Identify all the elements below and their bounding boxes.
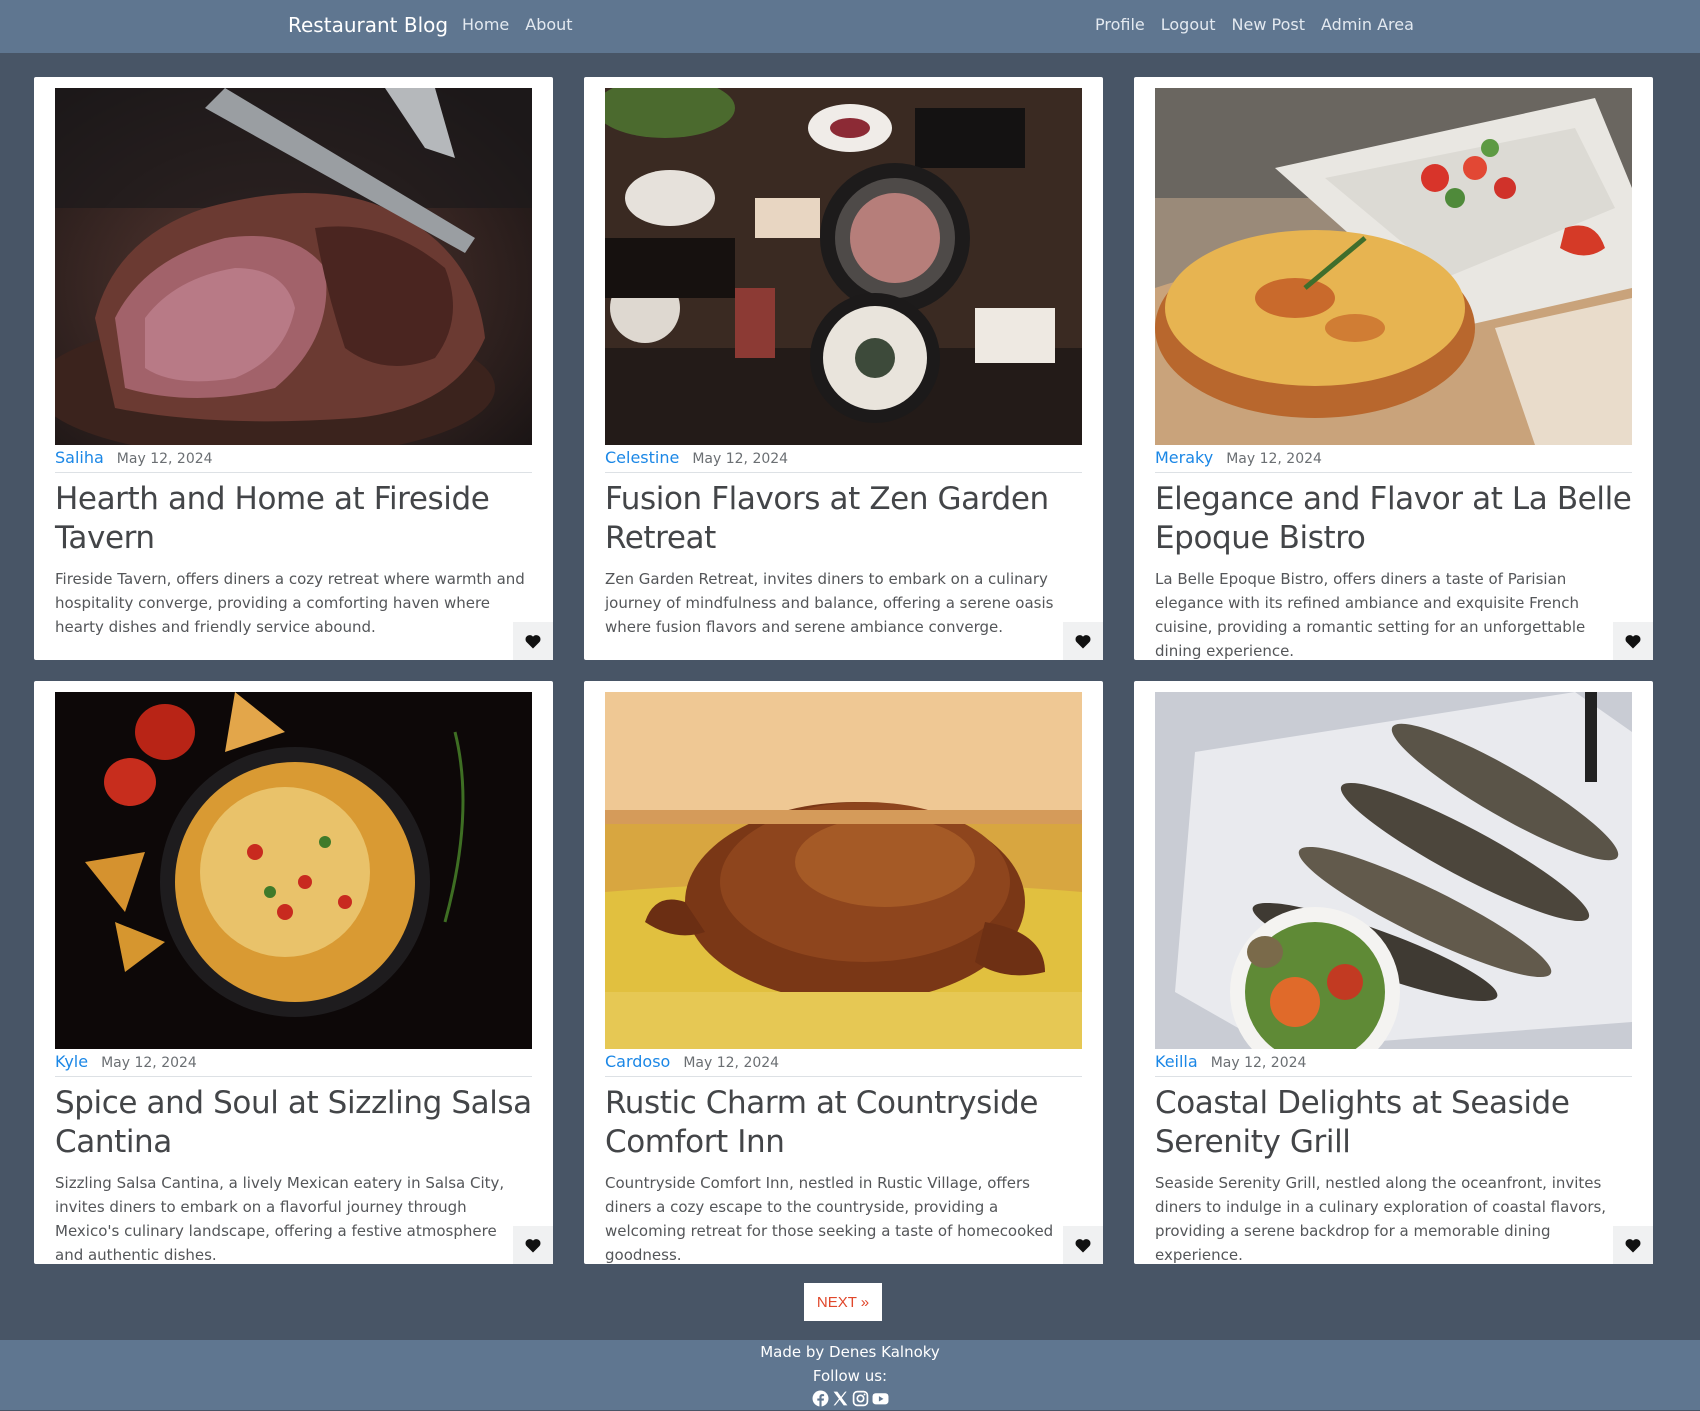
- post-excerpt: Fireside Tavern, offers diners a cozy re…: [55, 570, 525, 636]
- nav-left: Home About: [462, 15, 573, 34]
- heart-icon: [1075, 1238, 1091, 1252]
- heart-icon: [1625, 1238, 1641, 1252]
- post-title[interactable]: Rustic Charm at Countryside Comfort Inn: [605, 1084, 1082, 1162]
- post-title[interactable]: Hearth and Home at Fireside Tavern: [55, 480, 532, 558]
- heart-icon: [525, 1238, 541, 1252]
- footer-credit: Made by Denes Kalnoky: [760, 1343, 940, 1361]
- post-meta: Saliha May 12, 2024: [55, 448, 532, 473]
- post-card: Cardoso May 12, 2024 Rustic Charm at Cou…: [584, 681, 1103, 1264]
- grilled-sardines-photo: [1155, 692, 1632, 1049]
- author-link[interactable]: Celestine: [605, 448, 679, 467]
- post-image-korean-bbq[interactable]: [605, 88, 1082, 445]
- post-image-quiche[interactable]: [1155, 88, 1632, 445]
- heart-icon: [1075, 634, 1091, 648]
- post-title[interactable]: Coastal Delights at Seaside Serenity Gri…: [1155, 1084, 1632, 1162]
- steak-photo: [55, 88, 532, 445]
- post-image-roast-duck[interactable]: [605, 692, 1082, 1049]
- posts-grid: Saliha May 12, 2024 Hearth and Home at F…: [34, 77, 1654, 1264]
- like-button[interactable]: [513, 622, 553, 660]
- post-date: May 12, 2024: [101, 1055, 197, 1071]
- post-meta: Cardoso May 12, 2024: [605, 1052, 1082, 1077]
- heart-icon: [525, 634, 541, 648]
- author-link[interactable]: Keilla: [1155, 1052, 1198, 1071]
- roast-duck-photo: [605, 692, 1082, 1049]
- like-button[interactable]: [513, 1226, 553, 1264]
- instagram-icon[interactable]: [852, 1390, 869, 1407]
- nav-new-post-link[interactable]: New Post: [1232, 15, 1305, 34]
- like-button[interactable]: [1613, 622, 1653, 660]
- nav-profile-link[interactable]: Profile: [1095, 15, 1145, 34]
- post-meta: Celestine May 12, 2024: [605, 448, 1082, 473]
- author-link[interactable]: Cardoso: [605, 1052, 670, 1071]
- post-card: Saliha May 12, 2024 Hearth and Home at F…: [34, 77, 553, 660]
- like-button[interactable]: [1063, 622, 1103, 660]
- post-card: Kyle May 12, 2024 Spice and Soul at Sizz…: [34, 681, 553, 1264]
- social-links: [0, 1390, 1700, 1407]
- footer-follow-label: Follow us:: [812, 1367, 888, 1385]
- navbar: Restaurant Blog Home About Profile Logou…: [0, 0, 1700, 53]
- nachos-photo: [55, 692, 532, 1049]
- post-meta: Meraky May 12, 2024: [1155, 448, 1632, 473]
- author-link[interactable]: Saliha: [55, 448, 104, 467]
- facebook-icon[interactable]: [812, 1390, 829, 1407]
- post-image-sardines[interactable]: [1155, 692, 1632, 1049]
- author-link[interactable]: Kyle: [55, 1052, 88, 1071]
- quiche-photo: [1155, 88, 1632, 445]
- post-title[interactable]: Elegance and Flavor at La Belle Epoque B…: [1155, 480, 1632, 558]
- post-excerpt: Zen Garden Retreat, invites diners to em…: [605, 570, 1054, 636]
- nav-logout-link[interactable]: Logout: [1161, 15, 1216, 34]
- post-date: May 12, 2024: [683, 1055, 780, 1071]
- post-card: Meraky May 12, 2024 Elegance and Flavor …: [1134, 77, 1653, 660]
- post-meta: Keilla May 12, 2024: [1155, 1052, 1632, 1077]
- post-card: Keilla May 12, 2024 Coastal Delights at …: [1134, 681, 1653, 1264]
- post-excerpt: Sizzling Salsa Cantina, a lively Mexican…: [55, 1174, 505, 1264]
- post-excerpt: La Belle Epoque Bistro, offers diners a …: [1155, 570, 1586, 660]
- post-card: Celestine May 12, 2024 Fusion Flavors at…: [584, 77, 1103, 660]
- heart-icon: [1625, 634, 1641, 648]
- like-button[interactable]: [1063, 1226, 1103, 1264]
- post-date: May 12, 2024: [1210, 1055, 1307, 1071]
- post-meta: Kyle May 12, 2024: [55, 1052, 532, 1077]
- nav-right: Profile Logout New Post Admin Area: [1095, 15, 1414, 34]
- nav-about-link[interactable]: About: [525, 15, 572, 34]
- korean-bbq-table-photo: [605, 88, 1082, 445]
- footer: Made by Denes Kalnoky Follow us:: [0, 1340, 1700, 1410]
- post-date: May 12, 2024: [1226, 451, 1322, 467]
- nav-admin-area-link[interactable]: Admin Area: [1321, 15, 1414, 34]
- post-image-nachos[interactable]: [55, 692, 532, 1049]
- youtube-icon[interactable]: [872, 1390, 889, 1407]
- post-date: May 12, 2024: [692, 451, 789, 467]
- like-button[interactable]: [1613, 1226, 1653, 1264]
- x-icon[interactable]: [832, 1390, 849, 1407]
- post-date: May 12, 2024: [116, 451, 213, 467]
- brand-link[interactable]: Restaurant Blog: [288, 13, 448, 37]
- post-title[interactable]: Spice and Soul at Sizzling Salsa Cantina: [55, 1084, 532, 1162]
- post-excerpt: Countryside Comfort Inn, nestled in Rust…: [605, 1174, 1054, 1264]
- post-excerpt: Seaside Serenity Grill, nestled along th…: [1155, 1174, 1607, 1264]
- next-page-button[interactable]: NEXT »: [804, 1283, 882, 1321]
- post-title[interactable]: Fusion Flavors at Zen Garden Retreat: [605, 480, 1082, 558]
- author-link[interactable]: Meraky: [1155, 448, 1213, 467]
- post-image-steak[interactable]: [55, 88, 532, 445]
- nav-home-link[interactable]: Home: [462, 15, 509, 34]
